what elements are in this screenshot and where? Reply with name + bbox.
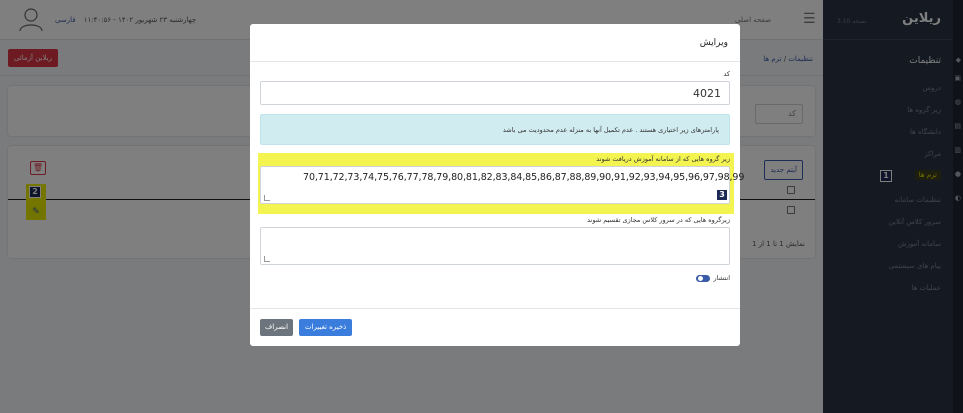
- modal-footer: ذخیره تغییرات انصراف: [250, 308, 740, 346]
- subgroups-value: 70,71,72,73,74,75,76,77,78,79,80,81,82,8…: [303, 172, 745, 183]
- save-button[interactable]: ذخیره تغییرات: [299, 319, 353, 336]
- virtual-subgroups-textarea[interactable]: [260, 227, 730, 265]
- marker-3: 3: [716, 189, 728, 201]
- edit-modal: ویرایش کد 4021 پارامترهای زیر اختیاری هس…: [250, 24, 744, 346]
- info-alert: پارامترهای زیر اختیاری هستند . عدم تکمیل…: [260, 114, 730, 145]
- resize-handle[interactable]: [264, 256, 270, 262]
- resize-handle[interactable]: [264, 195, 270, 201]
- publish-row: انتشار: [695, 274, 731, 282]
- publish-toggle[interactable]: [695, 274, 710, 282]
- publish-label: انتشار: [713, 274, 731, 282]
- virtual-subgroups-label: زیرگروه هایی که در سرور کلاس مجازی تقسیم…: [587, 216, 730, 224]
- code-input[interactable]: 4021: [260, 81, 730, 105]
- subgroups-textarea[interactable]: 70,71,72,73,74,75,76,77,78,79,80,81,82,8…: [260, 166, 744, 204]
- cancel-button[interactable]: انصراف: [260, 319, 294, 336]
- modal-header: ویرایش: [250, 24, 740, 62]
- code-label: کد: [723, 70, 730, 78]
- modal-title: ویرایش: [699, 38, 728, 48]
- subgroups-label: زیر گروه هایی که از سامانه آموزش دریافت …: [596, 155, 730, 163]
